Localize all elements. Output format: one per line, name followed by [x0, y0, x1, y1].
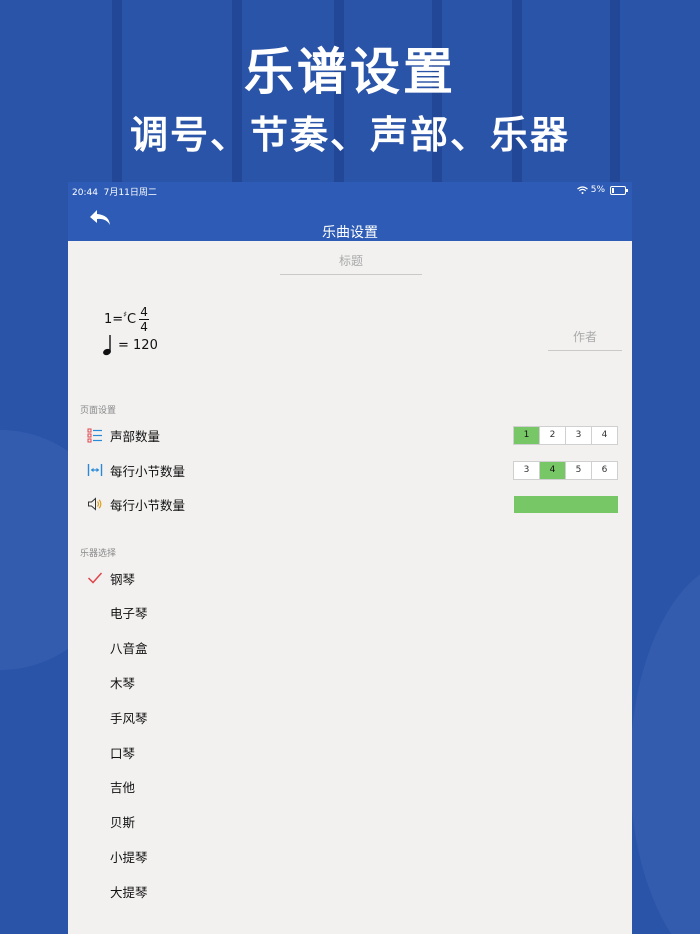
- measures-per-line-label: 每行小节数量: [110, 463, 186, 479]
- measures-option[interactable]: 5: [565, 461, 591, 479]
- instrument-label: 吉他: [110, 780, 136, 796]
- key-sharp: ♯: [123, 310, 128, 319]
- quarter-note-icon: [103, 335, 111, 356]
- width-arrows-icon: [87, 464, 103, 476]
- volume-label: 每行小节数量: [110, 497, 186, 513]
- instrument-label: 木琴: [110, 675, 136, 691]
- tempo-marking[interactable]: = 120: [102, 334, 158, 356]
- voice-count-segmented: 1 2 3 4: [513, 425, 618, 445]
- instrument-item[interactable]: 大提琴: [68, 876, 632, 906]
- page-title: 乐曲设置: [322, 225, 378, 241]
- instrument-label: 电子琴: [110, 606, 148, 622]
- title-input[interactable]: [280, 248, 422, 275]
- wifi-icon: [576, 186, 588, 194]
- page-settings-header: 页面设置: [80, 406, 117, 416]
- voice-count-option[interactable]: 3: [565, 426, 591, 444]
- check-icon: [87, 572, 103, 584]
- instrument-item[interactable]: 八音盒: [68, 633, 632, 663]
- nav-bar: 乐曲设置: [68, 198, 632, 241]
- time-top: 4: [140, 305, 148, 319]
- instrument-item[interactable]: 木琴: [68, 667, 632, 697]
- instrument-label: 小提琴: [110, 849, 148, 865]
- key-note: C: [127, 312, 137, 327]
- voice-count-option[interactable]: 4: [591, 426, 617, 444]
- measures-option[interactable]: 4: [539, 461, 565, 479]
- volume-slider[interactable]: [514, 495, 618, 513]
- status-bar: 20:44 7月11日周二 5%: [68, 182, 632, 198]
- promo-title: 乐谱设置: [244, 43, 456, 101]
- instrument-label: 大提琴: [110, 884, 148, 900]
- voice-count-option[interactable]: 1: [514, 426, 539, 444]
- instrument-item[interactable]: 吉他: [68, 772, 632, 802]
- instrument-item[interactable]: 电子琴: [68, 598, 632, 628]
- instrument-label: 八音盒: [110, 641, 148, 657]
- promo-header: 乐谱设置 调号、节奏、声部、乐器: [0, 0, 700, 180]
- tempo-value: = 120: [118, 337, 158, 353]
- time-bottom: 4: [140, 320, 148, 334]
- author-input[interactable]: [548, 324, 622, 351]
- instrument-item[interactable]: 贝斯: [68, 807, 632, 837]
- instrument-label: 贝斯: [110, 815, 136, 831]
- key-signature[interactable]: 1= ♯ C 4 4: [104, 305, 150, 334]
- promo-subtitle: 调号、节奏、声部、乐器: [129, 113, 570, 157]
- voice-count-label: 声部数量: [110, 428, 161, 444]
- key-prefix: 1=: [104, 312, 124, 327]
- time-signature[interactable]: 4 4: [139, 305, 150, 334]
- app-screen: 20:44 7月11日周二 5% 乐曲设置 1= ♯ C 4 4: [68, 182, 632, 934]
- measures-option[interactable]: 3: [514, 462, 539, 479]
- voice-count-option[interactable]: 2: [539, 426, 565, 444]
- instrument-item[interactable]: 钢琴: [68, 563, 632, 593]
- voice-count-row: 声部数量 1 2 3 4: [68, 420, 632, 450]
- measures-per-line-row: 每行小节数量 3 4 5 6: [68, 455, 632, 485]
- instrument-label: 手风琴: [110, 710, 148, 726]
- instrument-item[interactable]: 口琴: [68, 737, 632, 767]
- instrument-label: 口琴: [110, 745, 136, 761]
- speaker-icon: [88, 497, 102, 511]
- instrument-label: 钢琴: [110, 571, 136, 587]
- status-right: 5%: [576, 185, 628, 195]
- instrument-item[interactable]: 小提琴: [68, 841, 632, 871]
- instrument-header: 乐器选择: [80, 549, 117, 559]
- list-icon: [87, 428, 102, 443]
- status-time: 20:44 7月11日周二: [72, 188, 157, 198]
- measures-per-line-segmented: 3 4 5 6: [513, 460, 618, 480]
- measures-option[interactable]: 6: [591, 461, 617, 479]
- volume-row: 每行小节数量: [68, 489, 632, 519]
- instrument-item[interactable]: 手风琴: [68, 702, 632, 732]
- battery-percent: 5%: [590, 185, 605, 195]
- battery-icon: [610, 185, 628, 195]
